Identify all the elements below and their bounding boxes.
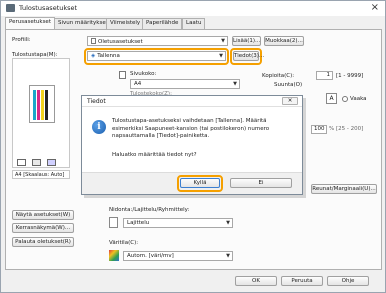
page-size-value: A4 [134,81,142,87]
info-dialog: Tiedot ✕ i Tulostustapa-asetukseksi vaih… [81,95,303,195]
orientation-label: Suunta(O) [274,82,303,88]
preview-pane [12,58,70,168]
color-view-icon[interactable] [46,159,56,166]
color-mode-label: Väritila(C): [109,240,139,246]
dialog-question: Haluatko määrittää tiedot nyt? [112,152,197,158]
window-close-icon[interactable]: × [371,2,379,13]
tab-basic[interactable]: Perusasetukset [5,17,55,29]
page-size-icon [119,71,126,79]
collate-icon [109,217,118,228]
copies-range: [1 - 9999] [336,73,364,79]
info-icon: i [92,120,106,134]
help-button[interactable]: Ohje [327,276,369,286]
cancel-button[interactable]: Peruuta [281,276,323,286]
details-button[interactable]: Tiedot(3)... [233,51,264,61]
binding-label: Nidonta:/Lajittelu/Ryhmittely: [109,207,190,213]
no-button[interactable]: Ei [230,178,292,188]
window-title: Tulostusasetukset [19,4,78,12]
chevron-down-icon: ▼ [233,81,237,87]
layout-view-icon[interactable] [31,159,41,166]
title-bar: Tulostusasetukset × [1,1,385,16]
color-mode-icon [109,250,119,261]
profile-doc-icon [91,38,96,44]
output-method-select[interactable]: ◈ Tallenna ▼ [87,51,226,61]
chevron-down-icon: ▼ [226,220,230,226]
margin-button[interactable]: Reunat/Marginaali(U)... [311,184,377,194]
preview-status: A4 [Skaalaus: Auto] [12,170,70,179]
page-view-icon[interactable] [17,159,26,166]
tab-page-setup[interactable]: Sivun määritykset [54,18,112,29]
restore-defaults-button[interactable]: Palauta oletukset(R) [12,237,74,247]
landscape-label: Vaaka [350,96,367,102]
profile-add-button[interactable]: Lisää(1)... [232,36,261,46]
tab-paper-source[interactable]: Paperilähde [142,18,183,29]
overview-button[interactable]: Kerrasnäkymä(W)... [12,223,74,233]
dialog-title-bar: Tiedot ✕ [82,96,302,107]
show-settings-button[interactable]: Näytä asetukset(W) [12,210,74,220]
landscape-radio[interactable] [342,96,348,102]
save-icon: ◈ [91,53,96,59]
tab-finishing[interactable]: Viimeistely [106,18,145,29]
dialog-footer: Kyllä Ei [82,172,302,194]
cyan-bar [33,90,36,120]
page-size-select[interactable]: A4 ▼ [130,79,240,89]
color-mode-value: Autom. [väri/mv] [127,253,174,259]
page-size-label: Sivukoko: [130,71,157,77]
profile-select[interactable]: Oletusasetukset ▼ [87,36,228,46]
chevron-down-icon: ▼ [219,53,223,59]
chevron-down-icon: ▼ [226,253,230,259]
profile-label: Profiili: [12,37,31,43]
copies-label: Kopioita(C): [262,73,295,79]
dialog-message: Tulostustapa-asetukseksi vaihdetaan [Tal… [112,118,270,139]
chevron-down-icon: ▼ [221,38,225,44]
printer-icon [6,4,15,12]
yes-button[interactable]: Kyllä [180,178,220,188]
scaling-input[interactable]: 100 [311,125,327,134]
ok-button[interactable]: OK [235,276,277,286]
color-mode-select[interactable]: Autom. [väri/mv] ▼ [123,251,233,261]
profile-edit-button[interactable]: Muokkaa(2)... [264,36,304,46]
copies-input[interactable]: 1 [316,71,333,80]
collate-value: Lajittelu [127,220,150,226]
dialog-title: Tiedot [87,98,106,105]
preview-page [29,85,55,123]
landscape-icon: A [326,93,337,104]
magenta-bar [37,90,40,120]
scaling-range: % [25 - 200] [329,126,364,132]
yellow-bar [41,90,44,120]
collate-select[interactable]: Lajittelu ▼ [123,218,233,228]
preview-mode-icons[interactable] [17,159,67,167]
output-method-value: Tallenna [97,53,120,59]
black-bar [45,90,48,120]
tab-quality[interactable]: Laatu [182,18,206,29]
profile-value: Oletusasetukset [98,39,143,45]
dialog-close-button[interactable]: ✕ [282,97,298,105]
